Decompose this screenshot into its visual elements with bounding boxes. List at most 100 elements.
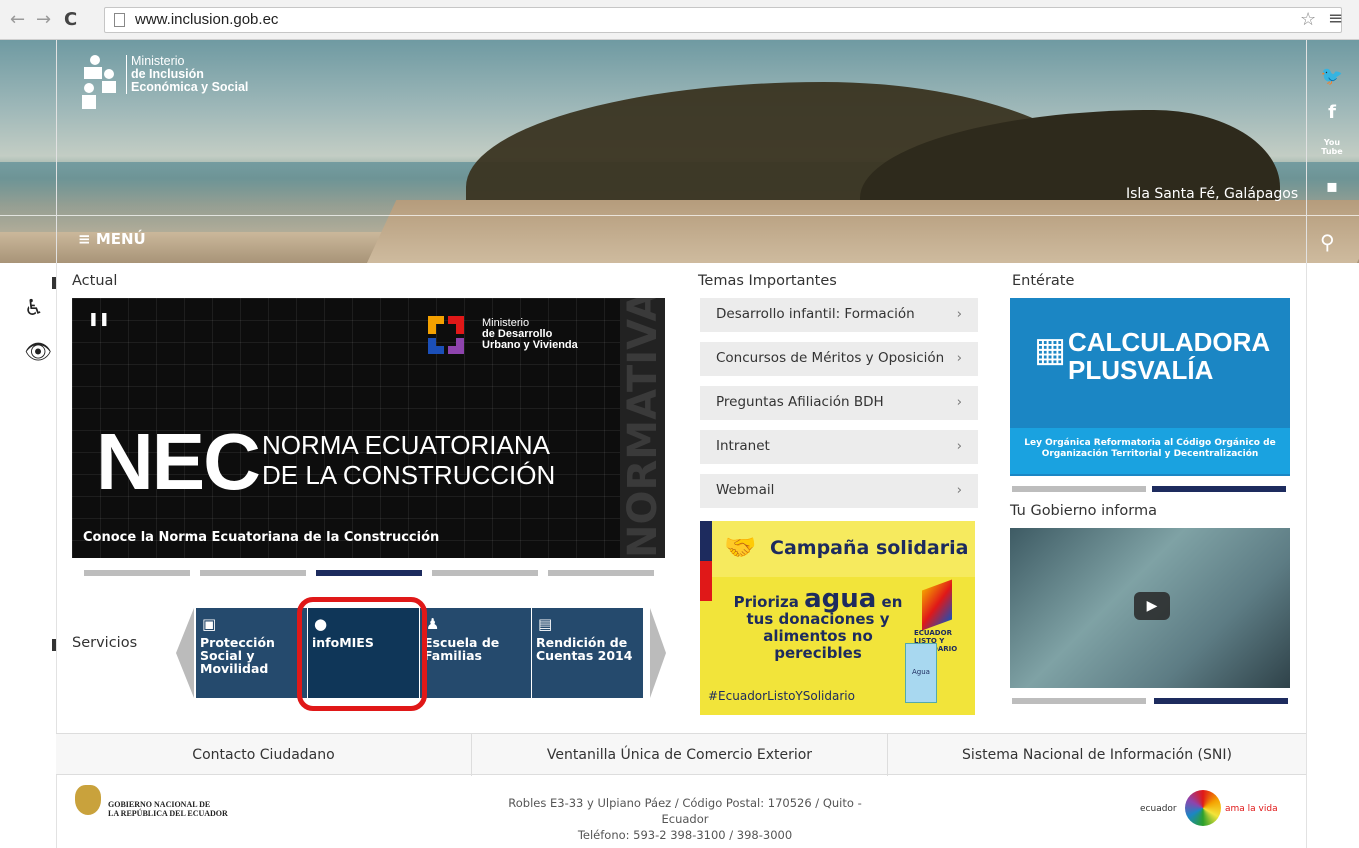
ama-la-vida-text: ama la vida xyxy=(1225,804,1278,814)
twitter-icon[interactable]: 🐦 xyxy=(1320,66,1344,87)
tema-label: Concursos de Méritos y Oposición xyxy=(716,350,945,366)
slide-subtitle-line2: DE LA CONSTRUCCIÓN xyxy=(262,460,556,490)
campaign-title: Campaña solidaria xyxy=(770,537,969,559)
miduvi-line3: Urbano y Vivienda xyxy=(482,339,578,351)
ecuador-listo-logo xyxy=(922,579,952,631)
ecuador-text: ecuador xyxy=(1140,804,1177,814)
service-label: Protección Social y Movilidad xyxy=(200,635,275,676)
accessibility-icon[interactable]: ♿ xyxy=(24,296,44,321)
water-bottle: Agua xyxy=(905,643,937,703)
ecuador-ama-la-vida-logo[interactable] xyxy=(1185,790,1221,826)
service-rendicion[interactable]: ▤ Rendición de Cuentas 2014 xyxy=(532,608,643,698)
footer-link[interactable]: Sistema Nacional de Información (SNI) xyxy=(888,734,1306,776)
menu-label: MENÚ xyxy=(95,230,146,248)
eye-icon[interactable]: 👁 xyxy=(24,340,52,365)
gob-line1: GOBIERNO NACIONAL DE xyxy=(108,800,211,809)
logo-text: Ministerio de Inclusión Económica y Soci… xyxy=(126,55,248,94)
family-icon: ♟ xyxy=(426,615,440,633)
slider-dot[interactable] xyxy=(432,570,538,576)
hero-beach xyxy=(363,200,1359,263)
section-marker xyxy=(52,277,56,289)
calculator-icon: ▦ xyxy=(1034,330,1067,370)
campaign-hashtag: #EcuadorListoYSolidario xyxy=(708,689,855,703)
hamburger-icon: ≡ xyxy=(78,230,91,248)
slide-subtitle: NORMA ECUATORIANA DE LA CONSTRUCCIÓN xyxy=(262,430,555,490)
logo-line3: Económica y Social xyxy=(131,80,249,94)
reload-icon[interactable]: C xyxy=(64,10,77,30)
calc-line1: CALCULADORA xyxy=(1068,327,1271,357)
video-dot[interactable] xyxy=(1012,698,1146,704)
servicios-prev-button[interactable] xyxy=(176,608,194,698)
facebook-icon[interactable]: f xyxy=(1320,102,1344,123)
flickr-icon[interactable]: ▪ xyxy=(1320,176,1344,197)
video-dot-active[interactable] xyxy=(1154,698,1288,704)
phone-text: Teléfono: 593-2 398-3100 / 398-3000 xyxy=(577,828,793,842)
address-bar[interactable]: www.inclusion.gob.ec xyxy=(104,7,1342,33)
service-proteccion[interactable]: ▣ Protección Social y Movilidad xyxy=(196,608,307,698)
slider-dot[interactable] xyxy=(200,570,306,576)
actual-title: Actual xyxy=(72,273,118,289)
service-label: Escuela de Familias xyxy=(424,635,500,663)
tema-link[interactable]: Preguntas Afiliación BDH › xyxy=(700,386,978,420)
chevron-right-icon: › xyxy=(956,350,962,366)
slide-subtitle-line1: NORMA ECUATORIANA xyxy=(262,430,550,460)
tema-link[interactable]: Intranet › xyxy=(700,430,978,464)
calc-title: CALCULADORA PLUSVALÍA xyxy=(1068,328,1270,384)
handshake-icon: 🤝 xyxy=(724,533,757,563)
slide-caption[interactable]: Conoce la Norma Ecuatoriana de la Constr… xyxy=(83,530,439,545)
hero-location: Isla Santa Fé, Galápagos xyxy=(1126,186,1299,202)
campaign-line3: alimentos no perecibles xyxy=(763,627,873,662)
flag-strip xyxy=(700,521,712,601)
coat-of-arms-icon xyxy=(75,785,101,815)
campaign-line1b: en xyxy=(881,593,903,611)
tema-link[interactable]: Desarrollo infantil: Formación › xyxy=(700,298,978,332)
menu-button[interactable]: ≡ MENÚ xyxy=(78,230,146,248)
browser-toolbar: ← → C www.inclusion.gob.ec ☆ ≡ xyxy=(0,0,1359,40)
page-left-border xyxy=(56,40,57,848)
campaign-banner[interactable]: 🤝 Campaña solidaria Prioriza agua en tus… xyxy=(700,521,975,715)
back-icon[interactable]: ← xyxy=(10,10,25,30)
tema-label: Desarrollo infantil: Formación xyxy=(716,306,915,322)
chevron-right-icon: › xyxy=(956,306,962,322)
enterate-dot[interactable] xyxy=(1012,486,1146,492)
section-marker xyxy=(52,639,56,651)
campaign-line2: tus donaciones y xyxy=(746,610,890,628)
service-escuela[interactable]: ♟ Escuela de Familias xyxy=(420,608,531,698)
campaign-line1: Prioriza xyxy=(733,593,799,611)
search-icon[interactable]: ⚲ xyxy=(1320,230,1335,254)
document-icon: ▤ xyxy=(538,615,553,633)
chevron-right-icon: › xyxy=(956,482,962,498)
bookmark-star-icon[interactable]: ☆ xyxy=(1300,9,1316,30)
youtube-icon[interactable]: You Tube xyxy=(1320,138,1344,156)
forward-icon[interactable]: → xyxy=(36,10,51,30)
tema-link[interactable]: Webmail › xyxy=(700,474,978,508)
url-text[interactable]: www.inclusion.gob.ec xyxy=(135,11,278,28)
slider-dot[interactable] xyxy=(84,570,190,576)
servicios-next-button[interactable] xyxy=(650,608,666,698)
pause-icon[interactable]: ❚❚ xyxy=(88,312,110,327)
footer-link[interactable]: Contacto Ciudadano xyxy=(56,734,472,776)
servicios-title: Servicios xyxy=(72,635,138,651)
chevron-right-icon: › xyxy=(956,438,962,454)
tema-label: Preguntas Afiliación BDH xyxy=(716,394,884,410)
gob-line2: LA REPÚBLICA DEL ECUADOR xyxy=(108,809,228,818)
footer-address: Robles E3-33 y Ulpiano Páez / Código Pos… xyxy=(490,795,880,843)
slider-dot[interactable] xyxy=(548,570,654,576)
campaign-text: Prioriza agua en tus donaciones y alimen… xyxy=(728,586,908,662)
actual-slider[interactable]: NORMATIVA OFICIAL ❚❚ Ministerio de Desar… xyxy=(72,298,665,558)
footer-link[interactable]: Ventanilla Única de Comercio Exterior xyxy=(472,734,888,776)
protection-icon: ▣ xyxy=(202,615,217,633)
gobierno-logo-text: GOBIERNO NACIONAL DE LA REPÚBLICA DEL EC… xyxy=(108,800,228,818)
gobierno-title: Tu Gobierno informa xyxy=(1010,503,1158,519)
temas-title: Temas Importantes xyxy=(698,273,837,289)
tema-label: Intranet xyxy=(716,438,770,454)
slider-dot-active[interactable] xyxy=(316,570,422,576)
play-icon[interactable]: ▶ xyxy=(1134,592,1170,620)
browser-menu-icon[interactable]: ≡ xyxy=(1328,8,1343,29)
calculadora-banner[interactable]: ▦ CALCULADORA PLUSVALÍA Ley Orgánica Ref… xyxy=(1010,298,1290,476)
highlight-annotation xyxy=(297,597,427,711)
calc-line2: PLUSVALÍA xyxy=(1068,355,1214,385)
calc-foot: Ley Orgánica Reformatoria al Código Orgá… xyxy=(1010,428,1290,474)
enterate-dot-active[interactable] xyxy=(1152,486,1286,492)
tema-link[interactable]: Concursos de Méritos y Oposición › xyxy=(700,342,978,376)
